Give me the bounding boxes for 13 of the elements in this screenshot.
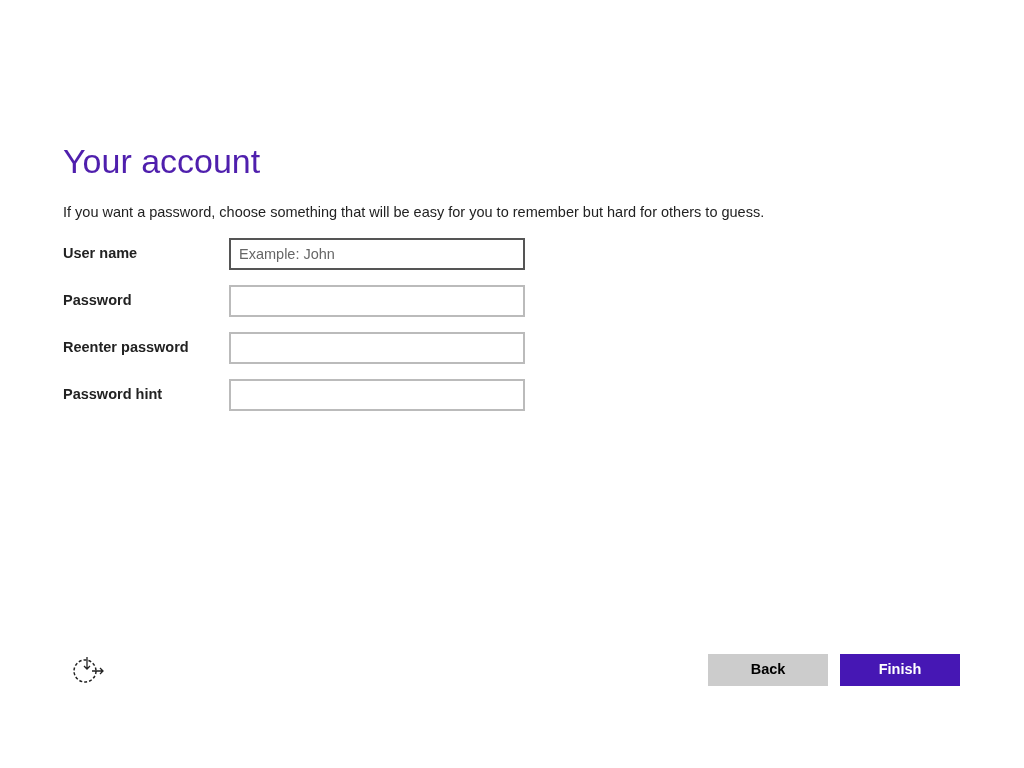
accessibility-icon[interactable] (70, 655, 106, 686)
finish-button[interactable]: Finish (840, 654, 960, 686)
description-text: If you want a password, choose something that will be easy for you to remember but hard for others to guess. (63, 203, 766, 222)
input-field[interactable] (229, 378, 525, 411)
input-field[interactable] (229, 284, 525, 317)
field-label: Password hint (63, 384, 164, 404)
back-button[interactable]: Back (708, 654, 828, 686)
input-field[interactable]: Example: John (229, 237, 525, 270)
field-label: Password (63, 290, 133, 310)
page-title: Your account (63, 141, 262, 182)
field-label: User name (63, 243, 139, 263)
input-field[interactable] (229, 331, 525, 364)
field-label: Reenter password (63, 337, 190, 357)
